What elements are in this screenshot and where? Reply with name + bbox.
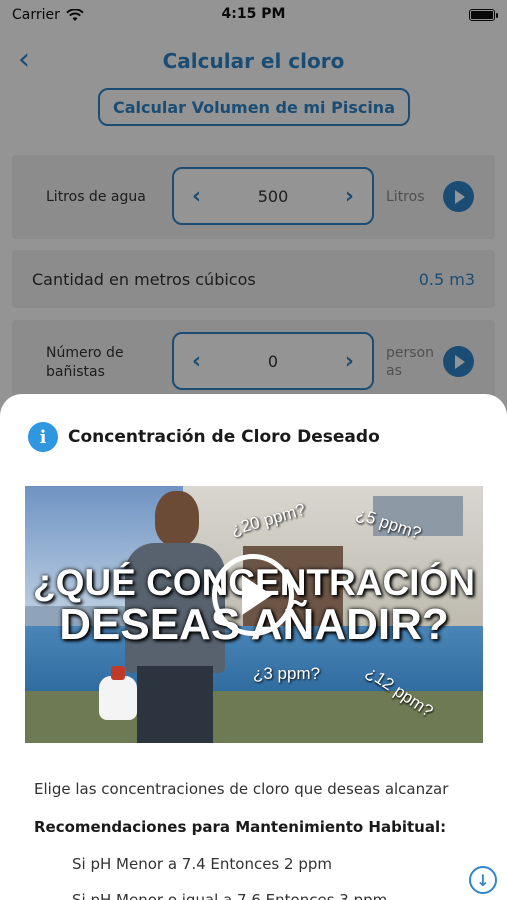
- video-ppm-label: ¿3 ppm?: [253, 664, 321, 683]
- sheet-title: Concentración de Cloro Deseado: [68, 427, 380, 447]
- bottom-sheet: i Concentración de Cloro Deseado ¿20 ppm…: [0, 394, 507, 900]
- video-thumbnail[interactable]: ¿20 ppm? ¿5 ppm? ¿QUÉ CONCENTRACIÓN DESE…: [25, 486, 483, 743]
- info-icon: i: [28, 422, 58, 452]
- sheet-header: i Concentración de Cloro Deseado: [28, 422, 380, 452]
- bottle-image: [99, 676, 137, 720]
- sheet-description: Elige las concentraciones de cloro que d…: [34, 780, 449, 798]
- recommendation-item: Si pH Menor o igual a 7.6 Entonces 3 ppm: [72, 891, 388, 900]
- recommendations-title: Recomendaciones para Mantenimiento Habit…: [34, 818, 447, 836]
- recommendation-item: Si pH Menor a 7.4 Entonces 2 ppm: [72, 855, 332, 873]
- video-play-icon[interactable]: [212, 554, 294, 636]
- arrow-down-icon[interactable]: ↓: [469, 866, 497, 894]
